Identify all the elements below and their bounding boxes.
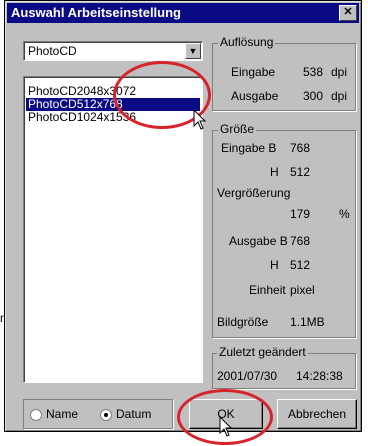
changed-date: 2001/07/30 — [217, 369, 278, 383]
bildgroesse-label: Bildgröße — [217, 315, 269, 329]
vergroesserung-label: Vergrößerung — [217, 186, 291, 200]
bildgroesse-value: 1.1MB — [290, 315, 325, 329]
eingabe-label: Eingabe — [231, 65, 276, 79]
eingabe-h-value: 512 — [290, 165, 311, 179]
cursor-arrow-icon — [219, 416, 233, 437]
cursor-arrow-icon — [193, 109, 207, 130]
ausgabe-unit: dpi — [331, 89, 348, 103]
sort-name-label[interactable]: Name — [46, 407, 78, 421]
window-title: Auswahl Arbeitseinstellung — [11, 5, 181, 20]
radio-selected-dot — [104, 413, 108, 417]
sort-name-radio[interactable] — [30, 409, 42, 421]
preset-dropdown-value: PhotoCD — [28, 44, 77, 58]
vergroesserung-unit: % — [339, 207, 350, 221]
groesse-title: Größe — [218, 122, 257, 136]
preset-dropdown[interactable]: PhotoCD ▼ — [23, 41, 203, 61]
sort-datum-label[interactable]: Datum — [116, 407, 151, 421]
chevron-down-icon[interactable]: ▼ — [185, 43, 201, 59]
ausgabe-b-value: 768 — [290, 234, 311, 248]
eingabe-b-label: Eingabe B — [221, 141, 277, 155]
zuletzt-geaendert-title: Zuletzt geändert — [217, 345, 308, 359]
ausgabe-h-value: 512 — [290, 258, 311, 272]
ausgabe-label: Ausgabe — [231, 89, 279, 103]
einheit-value: pixel — [290, 283, 315, 297]
changed-time: 14:28:38 — [296, 369, 343, 383]
ausgabe-b-label: Ausgabe B — [229, 234, 288, 248]
cancel-button[interactable]: Abbrechen — [277, 399, 357, 429]
sort-datum-radio[interactable] — [100, 409, 112, 421]
eingabe-unit: dpi — [331, 65, 348, 79]
eingabe-h-label: H — [270, 165, 279, 179]
eingabe-dpi-value: 538 — [303, 65, 324, 79]
settings-dialog: Auswahl Arbeitseinstellung ✕ PhotoCD ▼ P… — [4, 0, 362, 445]
einheit-label: Einheit — [249, 283, 286, 297]
ausgabe-h-label: H — [270, 258, 279, 272]
eingabe-b-value: 768 — [290, 141, 311, 155]
close-button[interactable]: ✕ — [339, 5, 357, 21]
vergroesserung-value: 179 — [290, 207, 311, 221]
ausgabe-dpi-value: 300 — [303, 89, 324, 103]
title-bar: Auswahl Arbeitseinstellung — [7, 3, 359, 23]
aufloesung-title: Auflösung — [218, 35, 276, 49]
